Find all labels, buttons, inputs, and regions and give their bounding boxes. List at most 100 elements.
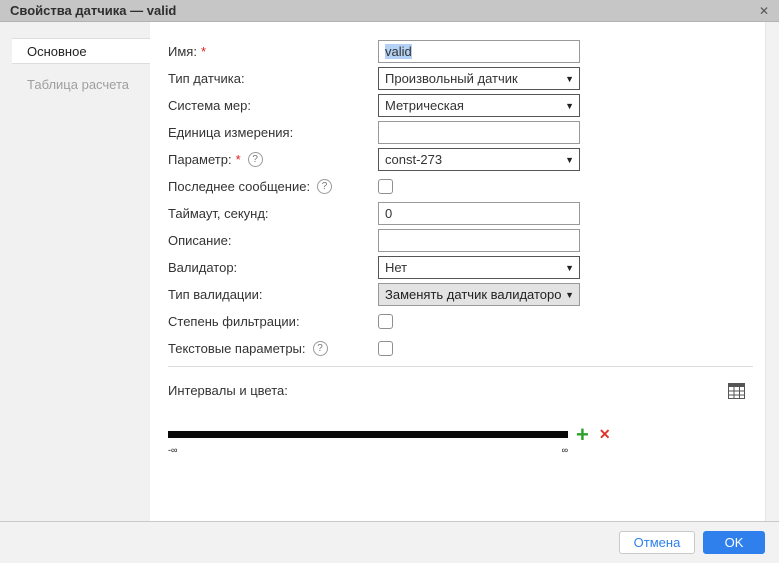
select-value: const-273 [385, 152, 561, 167]
validator-label: Валидатор: [168, 256, 378, 279]
close-icon: ✕ [759, 4, 769, 18]
field-label-text: Описание: [168, 233, 231, 248]
required-asterisk: * [236, 152, 241, 167]
sidebar: Основное Таблица расчета [0, 22, 150, 521]
filtering-degree-checkbox[interactable] [378, 314, 393, 329]
add-interval-button[interactable]: + [576, 429, 589, 441]
chevron-down-icon: ▼ [565, 290, 574, 300]
field-label-text: Степень фильтрации: [168, 314, 300, 329]
name-label: Имя: * [168, 40, 378, 63]
parameter-help-icon[interactable]: ? [248, 152, 263, 167]
chevron-down-icon: ▼ [565, 155, 574, 165]
field-row-description: Описание: [168, 229, 753, 252]
field-label-text: Единица измерения: [168, 125, 293, 140]
field-row-last-message: Последнее сообщение:? [168, 175, 753, 198]
close-button[interactable]: ✕ [751, 4, 769, 18]
field-label-text: Тип датчика: [168, 71, 245, 86]
table-view-icon[interactable] [728, 383, 745, 402]
field-row-validator: Валидатор: Нет ▼ [168, 256, 753, 279]
tab-calculation-table[interactable]: Таблица расчета [12, 72, 150, 96]
field-label-text: Тип валидации: [168, 287, 263, 302]
parameter-label: Параметр: *? [168, 148, 378, 171]
description-label: Описание: [168, 229, 378, 252]
validator-control: Нет ▼ [378, 256, 580, 279]
last-message-label: Последнее сообщение:? [168, 175, 378, 198]
chevron-down-icon: ▼ [565, 101, 574, 111]
dialog-title: Свойства датчика — valid [10, 3, 176, 18]
unit-control [378, 121, 580, 144]
timeout-input[interactable]: 0 [378, 202, 580, 225]
description-control [378, 229, 580, 252]
chevron-down-icon: ▼ [565, 263, 574, 273]
name-input[interactable]: valid [378, 40, 580, 63]
measure-system-label: Система мер: [168, 94, 378, 117]
field-row-unit: Единица измерения: [168, 121, 753, 144]
last-message-help-icon[interactable]: ? [317, 179, 332, 194]
field-row-parameter: Параметр: *? const-273 ▼ [168, 148, 753, 171]
field-row-validation-type: Тип валидации: Заменять датчик валидаторо… [168, 283, 753, 306]
pos-infinity-label: ∞ [562, 445, 568, 455]
measure-system-select[interactable]: Метрическая ▼ [378, 94, 580, 117]
field-label-text: Таймаут, секунд: [168, 206, 269, 221]
description-input[interactable] [378, 229, 580, 252]
field-row-name: Имя: * valid [168, 40, 753, 63]
dialog-footer: Отмена OK [0, 521, 779, 563]
filtering-degree-control [378, 310, 393, 333]
intervals-section-header: Интервалы и цвета: [168, 383, 753, 402]
parameter-select[interactable]: const-273 ▼ [378, 148, 580, 171]
field-label-text: Имя: [168, 44, 197, 59]
text-parameters-label: Текстовые параметры:? [168, 337, 378, 360]
input-value: valid [385, 44, 412, 59]
dialog-titlebar: Свойства датчика — valid ✕ [0, 0, 779, 22]
scrollbar-track[interactable] [765, 22, 779, 521]
tab-label: Таблица расчета [27, 77, 129, 92]
validation-type-control: Заменять датчик валидатором ▼ [378, 283, 580, 306]
name-control: valid [378, 40, 580, 63]
field-row-measure-system: Система мер: Метрическая ▼ [168, 94, 753, 117]
sensor-type-label: Тип датчика: [168, 67, 378, 90]
cancel-button[interactable]: Отмена [619, 531, 695, 554]
unit-label: Единица измерения: [168, 121, 378, 144]
intervals-bar[interactable] [168, 431, 568, 438]
text-parameters-control [378, 337, 393, 360]
sensor-type-select[interactable]: Произвольный датчик ▼ [378, 67, 580, 90]
remove-interval-button[interactable]: ✕ [599, 426, 611, 443]
field-label-text: Последнее сообщение: [168, 179, 310, 194]
validator-select[interactable]: Нет ▼ [378, 256, 580, 279]
last-message-checkbox[interactable] [378, 179, 393, 194]
text-parameters-help-icon[interactable]: ? [313, 341, 328, 356]
section-divider [168, 366, 753, 367]
main-panel: Имя: * valid Тип датчика: Произвольный датчи… [150, 22, 779, 521]
tab-main[interactable]: Основное [12, 38, 150, 64]
validation-type-select: Заменять датчик валидатором ▼ [378, 283, 580, 306]
field-row-timeout: Таймаут, секунд: 0 [168, 202, 753, 225]
sensor-properties-dialog: Свойства датчика — valid ✕ Основное Табл… [0, 0, 779, 563]
intervals-range-labels: -∞ ∞ [168, 445, 568, 455]
select-value: Произвольный датчик [385, 71, 561, 86]
intervals-bar-row: + ✕ [168, 426, 753, 443]
field-label-text: Параметр: [168, 152, 232, 167]
field-label-text: Текстовые параметры: [168, 341, 306, 356]
select-value: Метрическая [385, 98, 561, 113]
dialog-body: Основное Таблица расчета Имя: * valid Тип д… [0, 22, 779, 521]
form: Имя: * valid Тип датчика: Произвольный датчи… [168, 40, 753, 360]
field-row-text-parameters: Текстовые параметры:? [168, 337, 753, 360]
unit-input[interactable] [378, 121, 580, 144]
field-label-text: Валидатор: [168, 260, 237, 275]
intervals-label: Интервалы и цвета: [168, 383, 288, 398]
last-message-control [378, 175, 393, 198]
measure-system-control: Метрическая ▼ [378, 94, 580, 117]
select-value: Нет [385, 260, 561, 275]
select-value: Заменять датчик валидатором [385, 287, 561, 302]
required-asterisk: * [201, 44, 206, 59]
filtering-degree-label: Степень фильтрации: [168, 310, 378, 333]
parameter-control: const-273 ▼ [378, 148, 580, 171]
text-parameters-checkbox[interactable] [378, 341, 393, 356]
sensor-type-control: Произвольный датчик ▼ [378, 67, 580, 90]
input-value: 0 [385, 206, 392, 221]
ok-button[interactable]: OK [703, 531, 765, 554]
field-row-filtering-degree: Степень фильтрации: [168, 310, 753, 333]
tab-label: Основное [27, 44, 87, 59]
field-label-text: Система мер: [168, 98, 251, 113]
chevron-down-icon: ▼ [565, 74, 574, 84]
